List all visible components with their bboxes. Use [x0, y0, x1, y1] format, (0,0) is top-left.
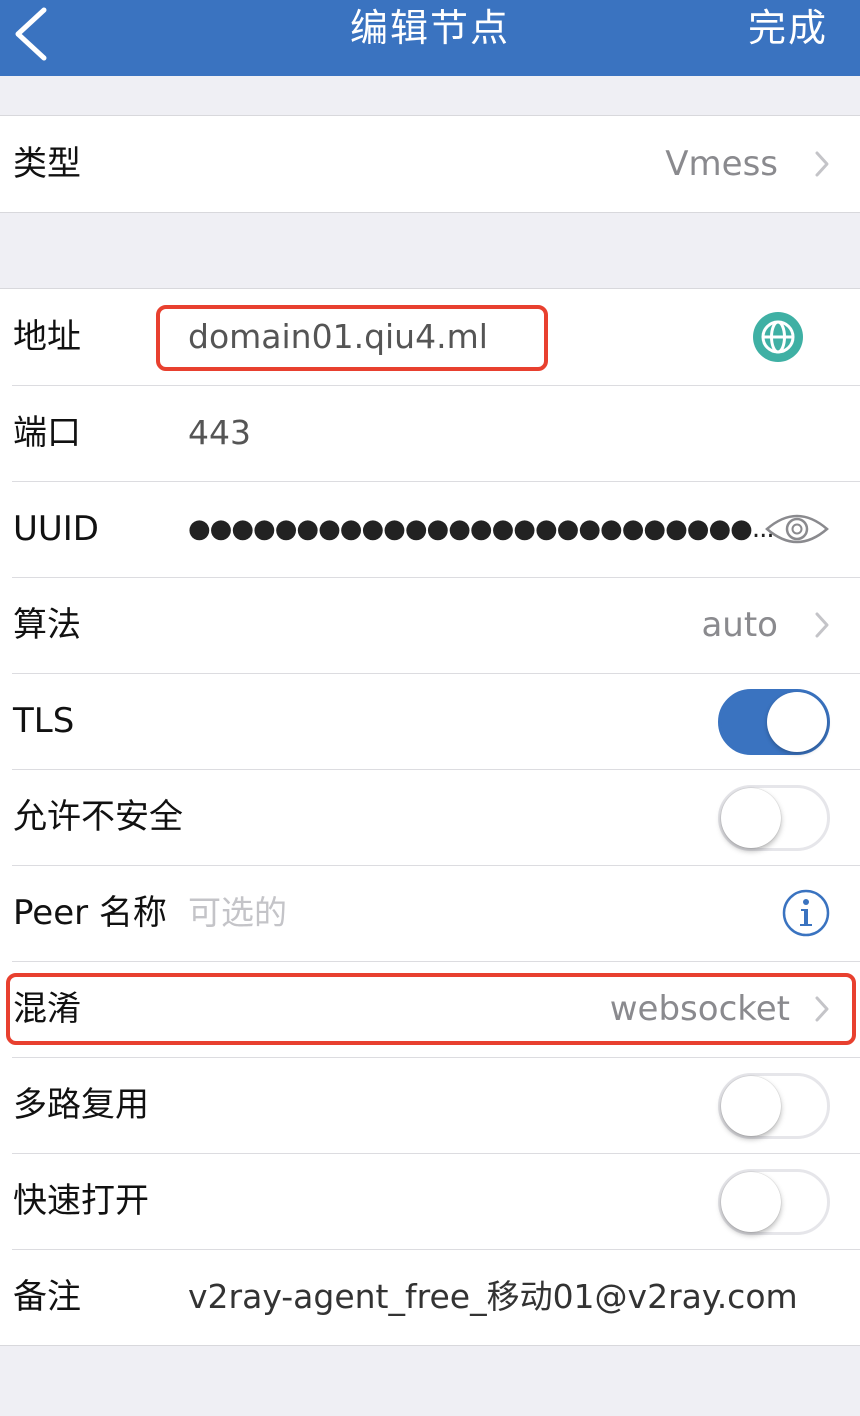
eye-icon[interactable]	[764, 509, 830, 549]
cipher-row[interactable]: 算法 auto	[0, 577, 860, 673]
chevron-right-icon	[815, 151, 829, 177]
globe-icon[interactable]	[752, 311, 804, 363]
obfs-row[interactable]: 混淆 websocket	[0, 961, 860, 1057]
obfs-label: 混淆	[13, 989, 81, 1029]
type-value: Vmess	[665, 144, 778, 184]
done-button[interactable]: 完成	[748, 0, 828, 60]
uuid-row: UUID ●●●●●●●●●●●●●●●●●●●●●●●●●●...	[0, 481, 860, 577]
uuid-input[interactable]: ●●●●●●●●●●●●●●●●●●●●●●●●●●...	[188, 481, 775, 577]
chevron-right-icon	[815, 996, 829, 1022]
allow-insecure-label: 允许不安全	[13, 797, 183, 837]
settings-group: 地址 domain01.qiu4.ml 端口 443 UUID ●●●●●●●●…	[0, 288, 860, 1346]
allow-insecure-row: 允许不安全	[0, 769, 860, 865]
type-row[interactable]: 类型 Vmess	[0, 116, 860, 212]
toggle-knob	[721, 788, 781, 848]
cipher-value: auto	[701, 605, 778, 645]
toggle-knob	[767, 692, 827, 752]
tls-toggle[interactable]	[718, 689, 830, 755]
toggle-knob	[721, 1172, 781, 1232]
tls-row: TLS	[0, 673, 860, 769]
fast-open-row: 快速打开	[0, 1153, 860, 1249]
type-label: 类型	[13, 144, 81, 184]
chevron-right-icon	[815, 612, 829, 638]
page-title: 编辑节点	[349, 6, 510, 50]
obfs-value: websocket	[609, 989, 790, 1029]
mux-row: 多路复用	[0, 1057, 860, 1153]
remark-label: 备注	[13, 1277, 81, 1317]
uuid-label: UUID	[13, 509, 99, 549]
navigation-bar: 编辑节点 完成	[0, 0, 860, 76]
type-group: 类型 Vmess	[0, 115, 860, 213]
port-input[interactable]: 443	[188, 385, 251, 481]
toggle-knob	[721, 1076, 781, 1136]
tls-label: TLS	[13, 701, 75, 741]
peer-name-row: Peer 名称 可选的	[0, 865, 860, 961]
mux-label: 多路复用	[13, 1085, 149, 1125]
mux-toggle[interactable]	[718, 1073, 830, 1139]
fast-open-label: 快速打开	[13, 1181, 149, 1221]
address-row: 地址 domain01.qiu4.ml	[0, 289, 860, 385]
peer-name-label: Peer 名称	[13, 893, 167, 933]
address-label: 地址	[13, 317, 81, 357]
remark-row: 备注 v2ray-agent_free_移动01@v2ray.com	[0, 1249, 860, 1345]
info-icon[interactable]	[782, 889, 830, 937]
cipher-label: 算法	[13, 605, 81, 645]
fast-open-toggle[interactable]	[718, 1169, 830, 1235]
remark-input[interactable]: v2ray-agent_free_移动01@v2ray.com	[188, 1249, 798, 1345]
port-label: 端口	[13, 413, 81, 453]
peer-name-input[interactable]: 可选的	[188, 865, 287, 961]
address-input[interactable]: domain01.qiu4.ml	[188, 289, 488, 385]
allow-insecure-toggle[interactable]	[718, 785, 830, 851]
port-row: 端口 443	[0, 385, 860, 481]
